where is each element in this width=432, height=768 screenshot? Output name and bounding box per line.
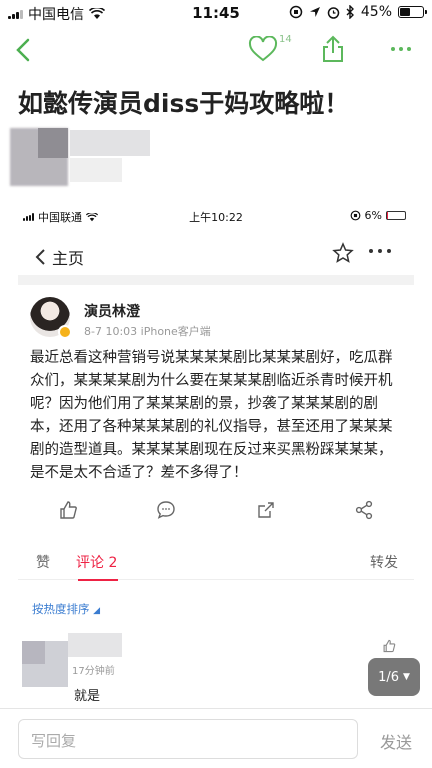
embedded-back-label: 主页 bbox=[52, 249, 85, 268]
status-right: 45% bbox=[289, 4, 427, 20]
comment-like-icon[interactable] bbox=[382, 639, 396, 653]
more-icon[interactable] bbox=[388, 36, 414, 62]
embedded-back-button[interactable]: 主页 bbox=[34, 245, 84, 269]
share-icon[interactable] bbox=[320, 34, 346, 64]
thumb-up-icon[interactable] bbox=[58, 500, 78, 520]
orientation-lock-icon bbox=[289, 5, 303, 19]
pager-label: 1/6 bbox=[378, 669, 399, 685]
chevron-left-icon[interactable] bbox=[12, 34, 34, 66]
comment-time: 17分钟前 bbox=[72, 666, 115, 677]
tab-reposts[interactable]: 转发 bbox=[370, 552, 398, 572]
verified-badge-icon bbox=[58, 325, 72, 339]
article-title: 如懿传演员diss于妈攻略啦！ bbox=[18, 89, 350, 118]
reply-input[interactable]: 写回复 bbox=[18, 719, 358, 759]
embedded-status-right: 6% bbox=[350, 209, 406, 222]
comment-tabs: 赞 评论 2 转发 bbox=[18, 540, 414, 581]
comment-avatar-blurred-detail bbox=[22, 641, 45, 664]
embedded-nav-bar: 主页 bbox=[18, 233, 414, 277]
share-icon[interactable] bbox=[354, 500, 374, 520]
sort-by-hot[interactable]: 按热度排序 ◢ bbox=[32, 601, 100, 617]
tab-likes[interactable]: 赞 bbox=[36, 552, 50, 572]
bottom-reply-bar: 写回复 发送 bbox=[0, 708, 432, 768]
battery-icon bbox=[398, 6, 427, 18]
caret-down-icon: ▼ bbox=[403, 672, 410, 682]
embedded-screenshot: 中国联通 上午10:22 6% 主页 演员林澄 8-7 10:03 iPhone… bbox=[18, 205, 414, 708]
caret-down-icon: ◢ bbox=[93, 606, 101, 616]
bluetooth-icon bbox=[346, 5, 354, 19]
post-meta: 8-7 10:03 iPhone客户端 bbox=[84, 325, 211, 338]
comment-author-blurred bbox=[68, 633, 122, 657]
tab-indicator bbox=[78, 579, 118, 581]
embedded-more-icon[interactable] bbox=[368, 246, 392, 256]
embedded-status-bar: 中国联通 上午10:22 6% bbox=[18, 205, 414, 227]
embedded-orientation-lock-icon bbox=[350, 210, 360, 221]
star-icon[interactable] bbox=[332, 242, 354, 264]
location-icon bbox=[309, 7, 320, 17]
embedded-battery-percent: 6% bbox=[364, 209, 382, 222]
author-name-blurred bbox=[70, 130, 150, 156]
heart-icon[interactable] bbox=[248, 36, 278, 62]
comment-icon[interactable] bbox=[156, 500, 176, 520]
author-meta-blurred bbox=[70, 158, 122, 182]
comment-text: 就是 bbox=[74, 689, 101, 704]
author-avatar-blurred-detail bbox=[38, 128, 68, 158]
image-pager[interactable]: 1/6 ▼ bbox=[368, 658, 420, 696]
alarm-icon bbox=[327, 6, 340, 19]
post-actions bbox=[18, 490, 414, 530]
status-bar: 中国电信 11:45 45% bbox=[0, 0, 432, 26]
embedded-chevron-left-icon bbox=[35, 249, 45, 265]
send-button[interactable]: 发送 bbox=[380, 729, 412, 753]
divider bbox=[18, 275, 414, 285]
post-text: 最近总看这种营销号说某某某某剧比某某某剧好，吃瓜群众们，某某某某剧为什么要在某某… bbox=[30, 350, 393, 481]
tab-comments[interactable]: 评论 2 bbox=[76, 552, 117, 572]
top-nav-bar: 14 bbox=[0, 28, 432, 72]
like-count: 14 bbox=[279, 34, 292, 45]
embedded-battery-icon bbox=[386, 211, 406, 220]
repost-icon[interactable] bbox=[256, 500, 276, 520]
post-author[interactable]: 演员林澄 bbox=[84, 301, 140, 321]
sort-label: 按热度排序 bbox=[32, 602, 90, 616]
battery-percent: 45% bbox=[360, 4, 392, 20]
